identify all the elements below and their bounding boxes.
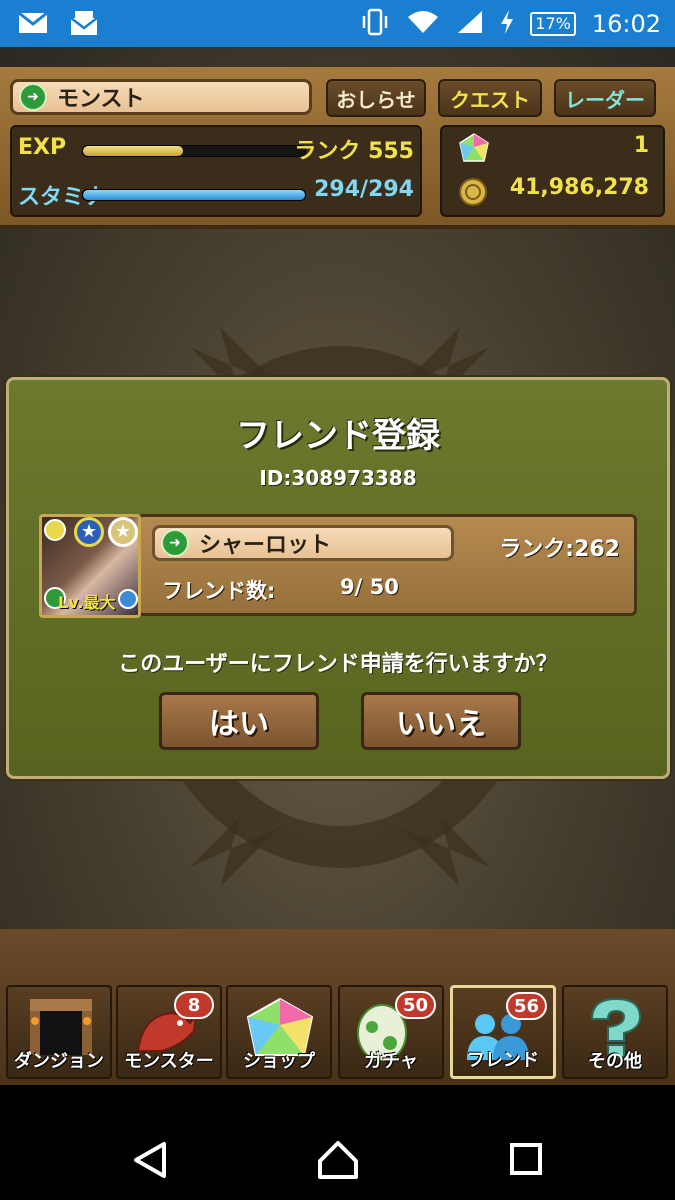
player-name: モンスト	[57, 87, 145, 112]
back-icon[interactable]	[130, 1140, 170, 1180]
nav-other[interactable]: その他	[562, 985, 668, 1079]
user-name-box: ➜ シャーロット	[152, 525, 454, 561]
exp-bar-fill	[83, 146, 183, 156]
user-id: ID:308973388	[259, 466, 417, 490]
star-icon: ★	[74, 517, 104, 547]
user-status-icon: ➜	[161, 529, 189, 557]
gem-count: 1	[633, 133, 649, 158]
nav-label: フレンド	[467, 1050, 539, 1071]
nav-label: その他	[588, 1051, 642, 1072]
status-bar: 17% 16:02	[0, 0, 675, 47]
water-element-icon	[118, 589, 138, 609]
exp-label: EXP	[18, 135, 67, 160]
wifi-icon	[406, 9, 440, 39]
stats-panel: EXP ランク 555 スタミナ 294/294	[10, 125, 422, 217]
nav-label: モンスター	[124, 1051, 214, 1072]
friend-badge: 56	[505, 992, 547, 1020]
user-rank: ランク:262	[499, 537, 620, 562]
exp-bar	[82, 145, 306, 157]
coin-icon	[458, 177, 488, 211]
nav-shop[interactable]: ショップ	[226, 985, 332, 1079]
home-icon[interactable]	[316, 1137, 360, 1181]
confirm-question: このユーザーにフレンド申請を行いますか？	[118, 652, 558, 677]
vibrate-icon	[360, 8, 390, 40]
friend-request-dialog: フレンド登録 ID:308973388 ➜ シャーロット ランク:262 フレン…	[6, 377, 670, 779]
friend-count-label: フレンド数:	[162, 579, 276, 603]
monster-badge: 8	[174, 991, 214, 1019]
gacha-badge: 50	[394, 991, 436, 1019]
nav-label: ショップ	[243, 1051, 315, 1072]
quest-button[interactable]: クエスト	[438, 79, 542, 117]
avatar-level: Lv.最大	[58, 593, 116, 612]
yes-button[interactable]: はい	[159, 692, 319, 750]
friend-count-value: 9/ 50	[340, 575, 399, 599]
light-element-icon	[44, 519, 66, 541]
radar-button[interactable]: レーダー	[554, 79, 656, 117]
dialog-title: フレンド登録	[236, 416, 440, 456]
game-screen: ➜ モンスト おしらせ クエスト レーダー EXP ランク 555 スタミナ 2…	[0, 47, 675, 1085]
player-status-icon: ➜	[19, 83, 47, 111]
nav-label: ガチャ	[364, 1051, 418, 1072]
mail-icon	[18, 10, 48, 40]
currency-panel: 1 41,986,278	[440, 125, 665, 217]
clock: 16:02	[591, 10, 661, 38]
user-name: シャーロット	[199, 533, 332, 558]
monster-avatar: ★ ★ Lv.最大	[39, 514, 141, 618]
charging-icon	[500, 10, 514, 38]
nav-gacha[interactable]: 50 ガチャ	[338, 985, 444, 1079]
system-nav-bar	[0, 1085, 675, 1200]
dungeon-icon	[30, 999, 92, 1055]
gem-icon	[458, 133, 490, 169]
stamina-value: 294/294	[314, 177, 414, 202]
nav-dungeon[interactable]: ダンジョン	[6, 985, 112, 1079]
player-name-box[interactable]: ➜ モンスト	[10, 79, 312, 115]
user-card: ➜ シャーロット ランク:262 フレンド数: 9/ 50	[137, 514, 637, 616]
stamina-bar-fill	[83, 190, 305, 200]
coin-count: 41,986,278	[509, 175, 649, 200]
nav-label: ダンジョン	[14, 1051, 104, 1072]
nav-monster[interactable]: 8 モンスター	[116, 985, 222, 1079]
star-icon: ★	[108, 517, 138, 547]
battery-indicator: 17%	[530, 12, 576, 36]
message-icon	[70, 10, 98, 40]
no-button[interactable]: いいえ	[361, 692, 521, 750]
player-header: ➜ モンスト おしらせ クエスト レーダー EXP ランク 555 スタミナ 2…	[0, 67, 675, 229]
rank-value: ランク 555	[294, 139, 414, 164]
stamina-bar	[82, 189, 306, 201]
signal-icon	[456, 9, 484, 39]
recents-icon[interactable]	[508, 1141, 544, 1177]
nav-friend[interactable]: 56 フレンド	[450, 985, 556, 1079]
news-button[interactable]: おしらせ	[326, 79, 426, 117]
